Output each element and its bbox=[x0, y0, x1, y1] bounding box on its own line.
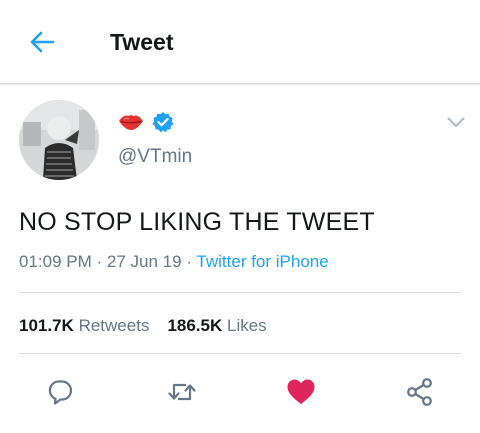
tweet-stats: 101.7K Retweets 186.5K Likes bbox=[19, 315, 267, 337]
tweet-meta: 01:09 PM · 27 Jun 19 · Twitter for iPhon… bbox=[19, 251, 329, 273]
meta-separator: · bbox=[96, 252, 103, 271]
retweets-label: Retweets bbox=[78, 316, 150, 335]
page-title: Tweet bbox=[110, 29, 174, 55]
likes-count: 186.5K bbox=[167, 316, 223, 335]
tweet-text: NO STOP LIKING THE TWEET bbox=[19, 208, 375, 236]
avatar[interactable] bbox=[19, 100, 99, 180]
user-handle[interactable]: @VTmin bbox=[118, 145, 192, 169]
lips-kiss-icon bbox=[119, 115, 143, 130]
tweet-source-link[interactable]: Twitter for iPhone bbox=[196, 252, 328, 271]
arrow-left-icon bbox=[30, 31, 55, 53]
chevron-down-icon bbox=[447, 117, 465, 127]
verified-badge-icon bbox=[152, 112, 174, 133]
top-app-bar: Tweet bbox=[0, 0, 480, 84]
retweets-stat[interactable]: 101.7K Retweets bbox=[19, 316, 149, 335]
more-options-button[interactable] bbox=[444, 112, 468, 132]
retweet-icon bbox=[168, 383, 196, 401]
heart-icon bbox=[287, 379, 315, 404]
divider bbox=[19, 292, 461, 293]
divider bbox=[19, 353, 461, 354]
tweet-time: 01:09 PM bbox=[19, 252, 92, 271]
display-name[interactable] bbox=[118, 110, 174, 134]
reply-button[interactable] bbox=[44, 376, 76, 408]
tweet-date: 27 Jun 19 bbox=[106, 252, 182, 271]
reply-icon bbox=[48, 380, 73, 405]
retweet-button[interactable] bbox=[166, 376, 198, 408]
profile-photo bbox=[19, 100, 99, 180]
like-button[interactable] bbox=[285, 376, 317, 408]
meta-separator: · bbox=[186, 252, 192, 271]
share-button[interactable] bbox=[404, 376, 436, 408]
retweets-count: 101.7K bbox=[19, 316, 74, 335]
likes-label: Likes bbox=[227, 316, 267, 335]
share-icon bbox=[407, 378, 432, 406]
back-button[interactable] bbox=[26, 26, 58, 58]
likes-stat[interactable]: 186.5K Likes bbox=[167, 316, 266, 335]
